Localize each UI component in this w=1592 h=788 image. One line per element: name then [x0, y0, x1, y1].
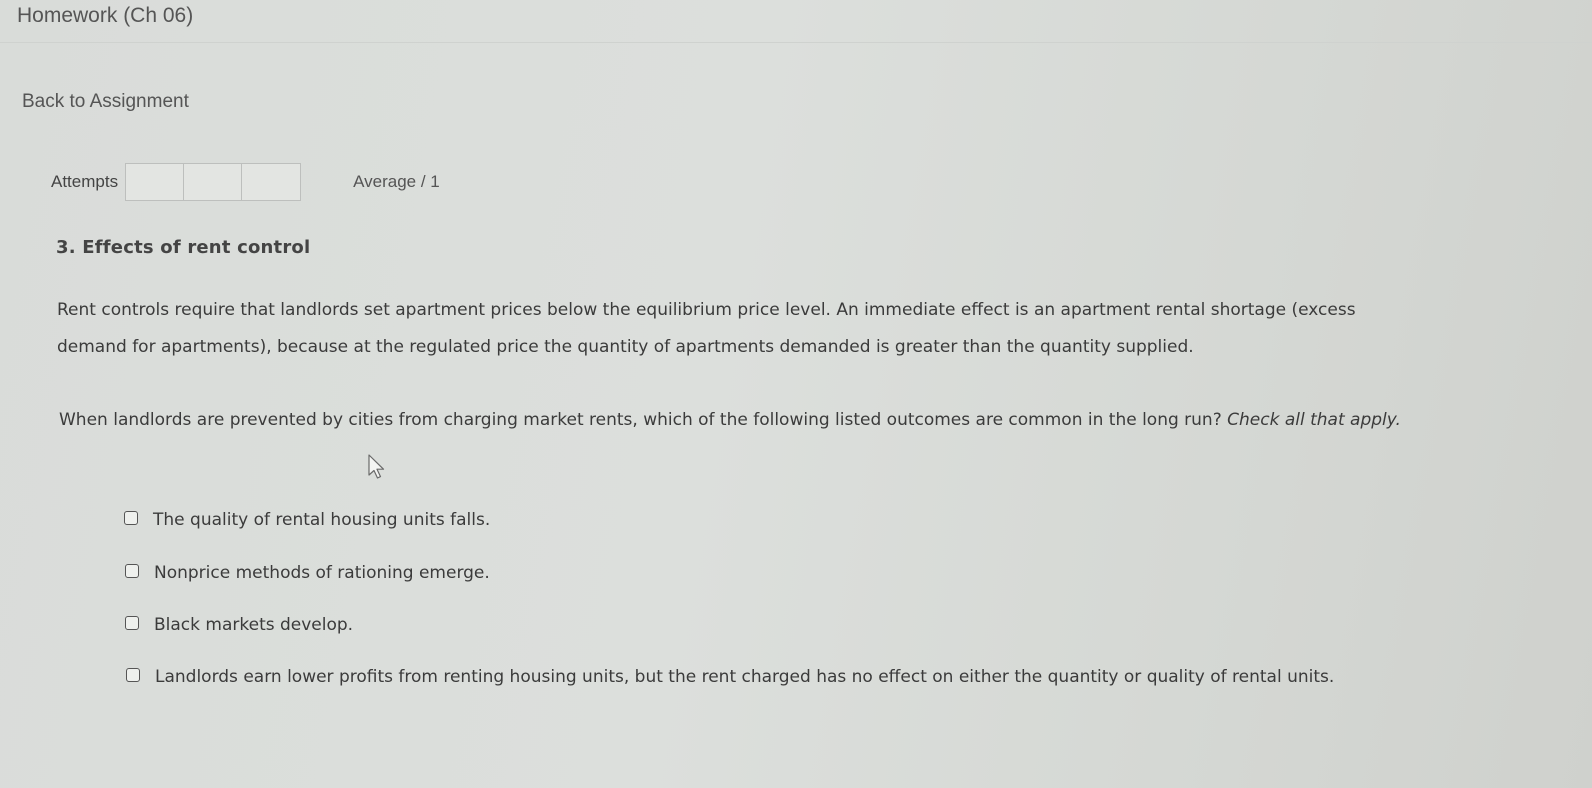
attempt-box-2 [184, 164, 243, 200]
attempt-boxes [125, 163, 302, 201]
question-instruction: Check all that apply. [1227, 410, 1401, 430]
question-prompt-text: When landlords are prevented by cities f… [59, 410, 1222, 430]
option-quality-falls[interactable]: The quality of rental housing units fall… [124, 505, 1383, 538]
page-title: Homework (Ch 06) [17, 4, 194, 27]
checkbox-unchecked-icon[interactable] [124, 511, 138, 525]
header-divider [0, 42, 1592, 43]
question-intro: Rent controls require that landlords set… [57, 300, 1356, 357]
option-label: The quality of rental housing units fall… [153, 510, 491, 530]
option-label: Nonprice methods of rationing emerge. [154, 563, 490, 583]
average-score: Average / 1 [353, 172, 440, 191]
checkbox-unchecked-icon[interactable] [125, 564, 139, 578]
back-to-assignment-link[interactable]: Back to Assignment [22, 91, 189, 113]
option-black-markets[interactable]: Black markets develop. [125, 610, 1384, 643]
option-lower-profits[interactable]: Landlords earn lower profits from rentin… [126, 662, 1385, 695]
attempts-row: Attempts Average / 1 [51, 163, 440, 201]
checkbox-unchecked-icon[interactable] [125, 616, 139, 630]
question-prompt: When landlords are prevented by cities f… [59, 402, 1459, 439]
option-label: Landlords earn lower profits from rentin… [155, 667, 1335, 687]
attempt-box-3 [242, 164, 300, 200]
attempt-box-1 [126, 164, 185, 200]
question-title: 3. Effects of rent control [56, 237, 311, 258]
option-nonprice-rationing[interactable]: Nonprice methods of rationing emerge. [125, 558, 1384, 591]
mouse-pointer-icon [368, 454, 385, 479]
checkbox-unchecked-icon[interactable] [126, 668, 140, 682]
attempts-label: Attempts [51, 172, 119, 191]
option-label: Black markets develop. [154, 615, 354, 635]
